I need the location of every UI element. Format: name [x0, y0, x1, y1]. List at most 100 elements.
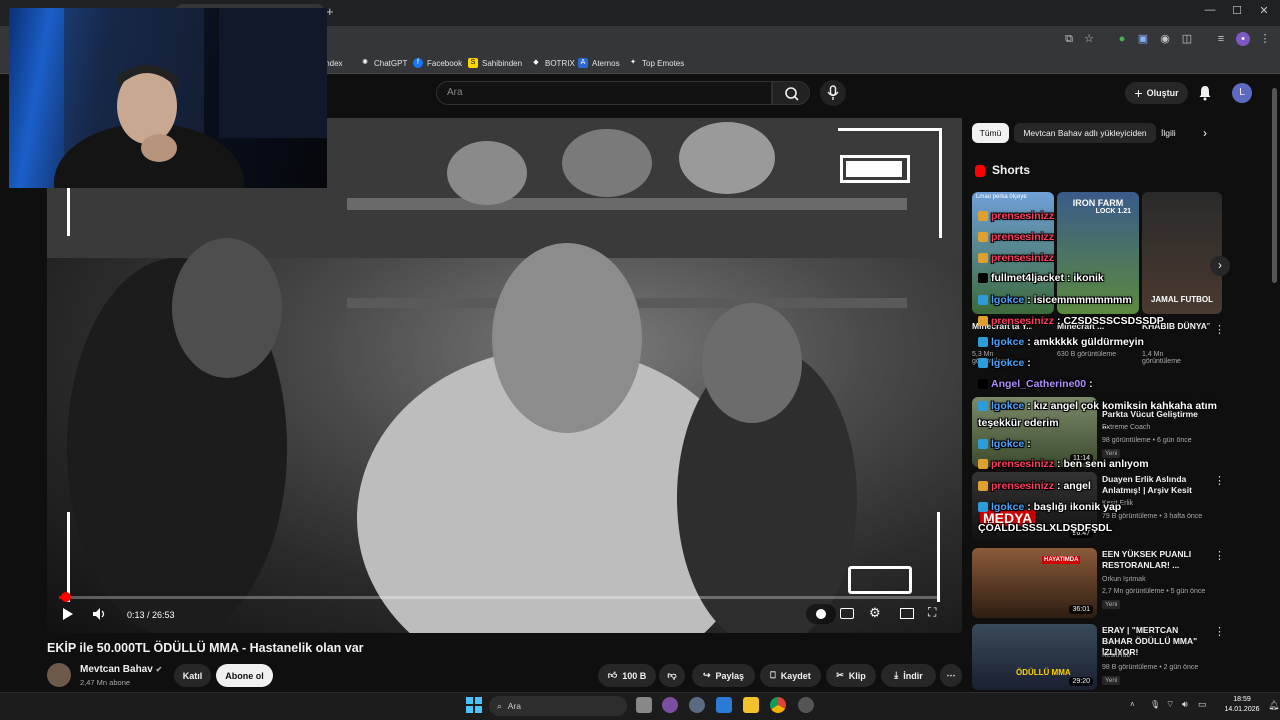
profile-avatar-icon[interactable]: •	[1236, 32, 1250, 46]
volume-icon[interactable]	[92, 607, 106, 621]
theater-mode-icon[interactable]	[900, 608, 914, 619]
thumbnail-text: ÖDÜLLÜ MMA	[1016, 668, 1071, 677]
save-button[interactable]: ⎕ Kaydet	[760, 664, 821, 687]
chat-badge-icon	[978, 337, 988, 347]
new-badge: Yeni	[1102, 676, 1121, 685]
settings-gear-icon[interactable]: ⚙	[869, 605, 881, 621]
new-badge: Yeni	[1102, 449, 1121, 458]
search-button[interactable]	[772, 81, 810, 105]
voice-search-button[interactable]	[820, 80, 846, 106]
video-player[interactable]	[47, 118, 962, 633]
microphone-tray-icon[interactable]: 🎙︎	[1150, 700, 1160, 709]
translate-icon[interactable]: ▣	[1136, 32, 1150, 46]
video-menu-icon[interactable]: ⋮	[1214, 474, 1225, 487]
top-emotes-icon: ✦	[630, 59, 636, 66]
more-actions-button[interactable]: ⋯	[940, 664, 962, 687]
video-channel[interactable]: Orkun Işıtmak	[1102, 576, 1146, 583]
shorts-next-button[interactable]: ›	[1210, 256, 1230, 276]
tray-chevron-icon[interactable]: ˄	[1130, 700, 1135, 709]
wifi-icon[interactable]: ⌔	[1166, 699, 1174, 710]
bookmark-top-emotes[interactable]: ✦ Top Emotes	[628, 56, 684, 70]
settings-app-icon[interactable]	[689, 697, 705, 713]
bookmark-sahibinden[interactable]: S Sahibinden	[468, 56, 522, 70]
video-menu-icon[interactable]: ⋮	[1214, 625, 1225, 638]
store-icon[interactable]	[716, 697, 732, 713]
new-tab-button[interactable]: +	[326, 4, 340, 22]
browser-menu-icon[interactable]: ⋮	[1258, 32, 1272, 46]
bookmark-icon: ⎕	[770, 670, 776, 680]
bookmark-aternos[interactable]: A Aternos	[578, 56, 620, 70]
short-menu-icon[interactable]: ⋮	[1214, 323, 1225, 336]
video-thumbnail[interactable]: HAYATIMDA 36:01	[972, 548, 1097, 618]
share-button[interactable]: ↪ Paylaş	[692, 664, 755, 687]
join-button[interactable]: Katıl	[174, 664, 211, 687]
video-channel[interactable]: KesitHub	[1102, 652, 1130, 659]
video-thumbnail[interactable]: ÖDÜLLÜ MMA 29:20	[972, 624, 1097, 690]
channel-name[interactable]: Mevtcan Bahav ✔	[80, 664, 162, 675]
dislike-button[interactable]: 👎︎	[659, 664, 685, 687]
thumbnail-text: HAYATIMDA	[1042, 556, 1081, 564]
search-input[interactable]: Ara	[436, 81, 772, 105]
tab-search-icon[interactable]: ≡	[1214, 32, 1228, 46]
account-avatar[interactable]: L	[1232, 83, 1252, 103]
chevron-right-icon[interactable]: ›	[1203, 126, 1207, 140]
extensions-puzzle-icon[interactable]: ◫	[1180, 32, 1194, 46]
video-title-link[interactable]: Duayen Erlik Aslında Anlatmış! | Arşiv K…	[1102, 474, 1207, 496]
battery-icon	[840, 155, 910, 183]
video-duration: 29:20	[1069, 677, 1093, 686]
video-title-link[interactable]: EEN YÜKSEK PUANLI RESTORANLAR! ...	[1102, 549, 1207, 571]
clip-button[interactable]: ✂ Klip	[826, 664, 876, 687]
file-explorer-icon[interactable]	[743, 697, 759, 713]
short-thumb-subtext: LOCK 1.21	[1095, 208, 1131, 215]
subscribe-button[interactable]: Abone ol	[216, 664, 273, 687]
sidebar-scrollbar[interactable]	[1272, 88, 1277, 283]
minimize-button[interactable]: —	[1200, 4, 1220, 20]
like-button[interactable]: 👍︎ 100 B	[598, 664, 656, 687]
chip-related[interactable]: İlgili	[1161, 123, 1193, 143]
maximize-button[interactable]: ☐	[1227, 4, 1247, 20]
close-window-button[interactable]: ✕	[1254, 4, 1274, 20]
chat-username: prensesinizz	[991, 458, 1055, 470]
windows-start-icon[interactable]	[466, 697, 482, 713]
chip-all[interactable]: Tümü	[972, 123, 1009, 143]
autoplay-toggle[interactable]	[806, 604, 836, 624]
video-channel[interactable]: Extreme Coach	[1102, 424, 1150, 431]
chat-message: teşekkür ederim	[978, 417, 1059, 429]
battery-tray-icon[interactable]: ▭	[1198, 699, 1207, 710]
bookmark-facebook[interactable]: f Facebook	[413, 56, 462, 70]
create-button[interactable]: + Oluştur	[1125, 82, 1188, 104]
play-icon[interactable]	[62, 607, 74, 621]
taskbar-search[interactable]: ⌕ Ara	[489, 696, 627, 716]
chat-badge-icon	[978, 358, 988, 368]
bookmark-chatgpt[interactable]: ✺ ChatGPT	[360, 56, 407, 70]
chat-username: prensesinizz	[991, 231, 1055, 243]
extension-circle-icon[interactable]: ◉	[1158, 32, 1172, 46]
task-view-icon[interactable]	[636, 697, 652, 713]
chat-badge-icon	[978, 481, 988, 491]
chat-text: : başlığı ikonik yap	[1027, 501, 1122, 513]
app-icon[interactable]	[662, 697, 678, 713]
extension-shield-icon[interactable]: ●	[1115, 32, 1129, 46]
progress-bar[interactable]	[59, 596, 939, 599]
subtitles-icon[interactable]	[840, 608, 854, 619]
speaker-icon[interactable]: 🔊︎	[1182, 699, 1188, 710]
chat-badge-icon	[978, 253, 988, 263]
notifications-bell-icon[interactable]	[1198, 85, 1212, 101]
chat-message: lgokce: amkkkkk güldürmeyin	[978, 336, 1144, 348]
obs-icon[interactable]	[798, 697, 814, 713]
channel-avatar[interactable]	[47, 663, 71, 687]
bookmark-star-icon[interactable]: ☆	[1082, 32, 1096, 46]
install-app-icon[interactable]: ⧉	[1062, 32, 1076, 46]
video-menu-icon[interactable]: ⋮	[1214, 549, 1225, 562]
thumbs-down-icon: 👎︎	[667, 670, 677, 680]
progress-scrubber[interactable]	[61, 592, 71, 602]
search-icon: ⌕	[497, 700, 502, 711]
fullscreen-icon[interactable]: ⛶	[928, 605, 936, 620]
short-thumbnail[interactable]: JAMAL FUTBOL	[1142, 192, 1222, 314]
chip-from-uploader[interactable]: Mevtcan Bahav adlı yükleyiciden	[1014, 123, 1156, 143]
download-button[interactable]: ⤓ İndir	[881, 664, 936, 687]
taskbar-clock[interactable]: 18:59 14.01.2026	[1222, 695, 1262, 715]
chrome-icon[interactable]	[770, 697, 786, 713]
notification-center-icon[interactable]: 🔔︎	[1268, 700, 1279, 711]
bookmark-botrix[interactable]: ◆ BOTRIX	[531, 56, 574, 70]
